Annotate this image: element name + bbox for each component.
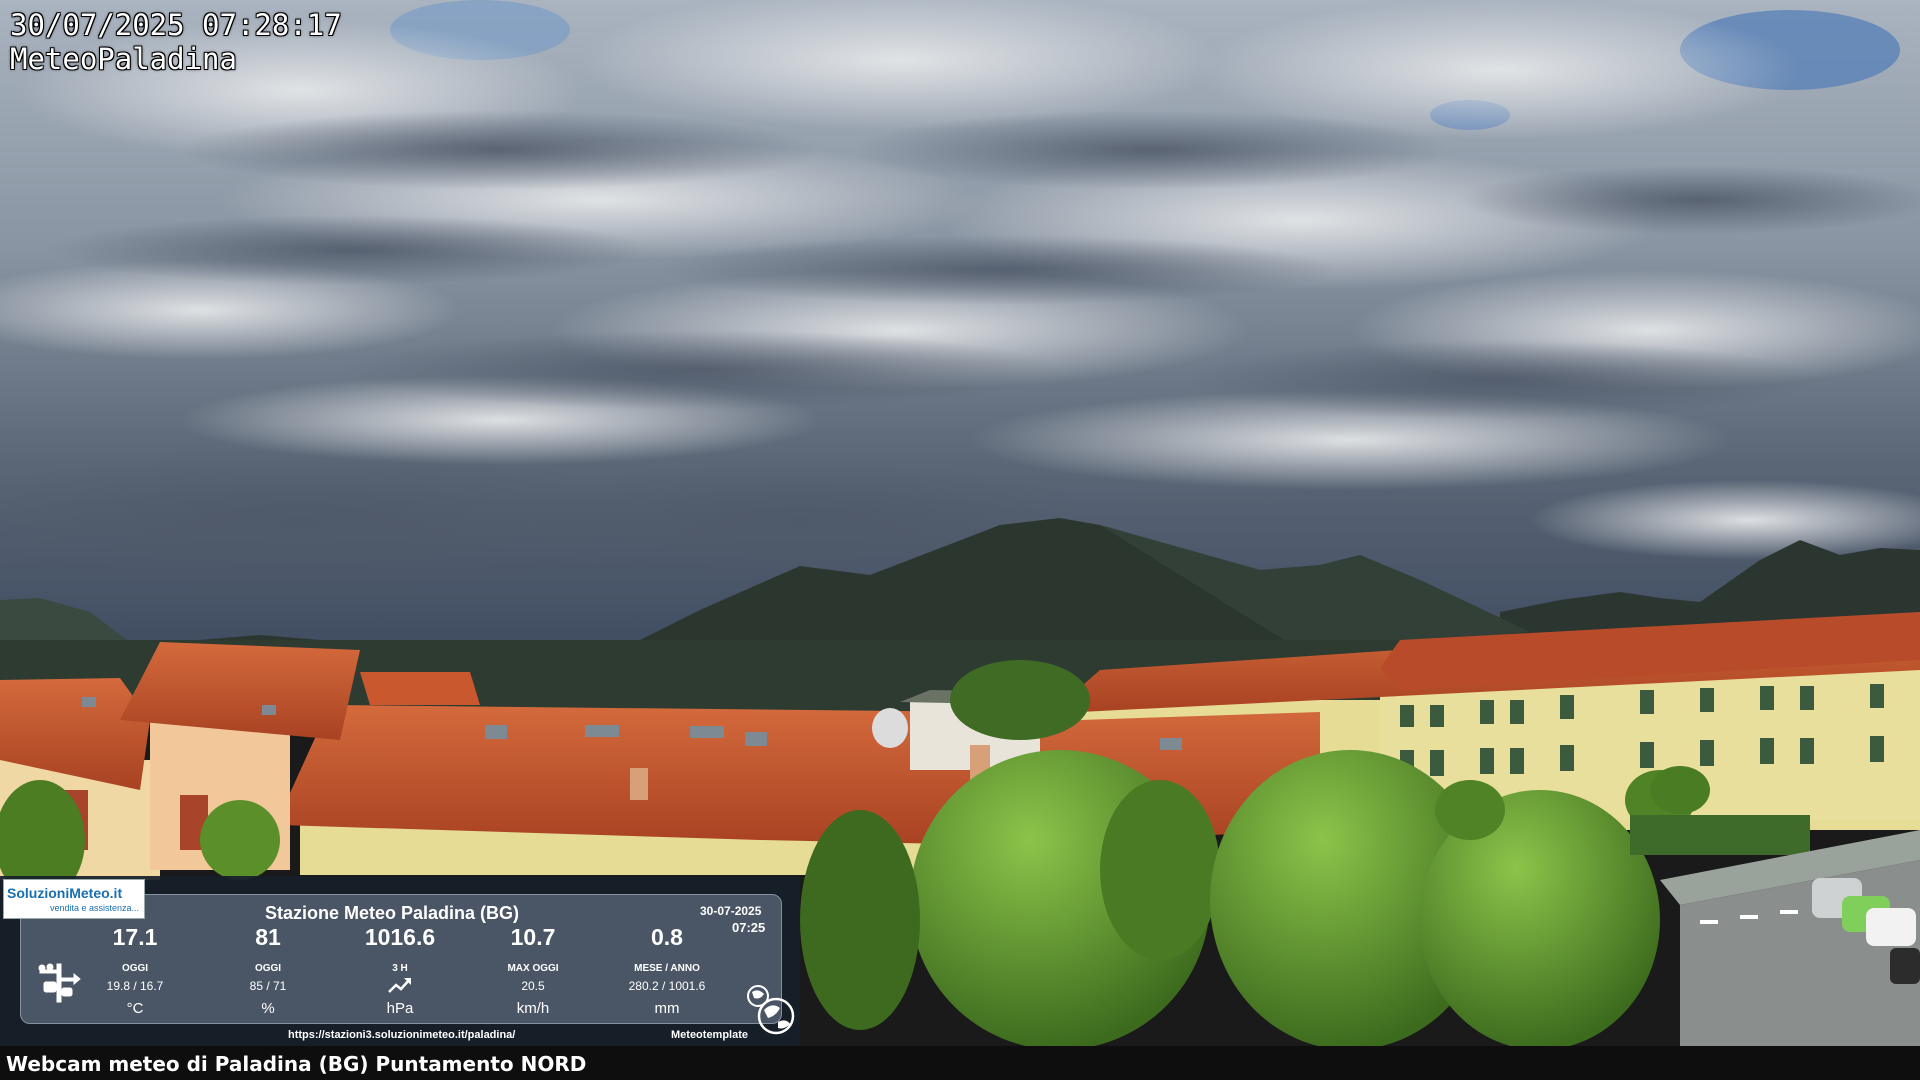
rain-month-year: 280.2 / 1001.6: [628, 979, 706, 993]
temperature-unit: °C: [126, 1000, 144, 1017]
station-url-link[interactable]: https://stazioni3.soluzionimeteo.it/pala…: [288, 1029, 515, 1041]
temperature-range: 19.8 / 16.7: [106, 979, 164, 993]
station-name-overlay: MeteoPaladina: [10, 42, 237, 76]
webcam-caption: Webcam meteo di Paladina (BG) Puntamento…: [6, 1052, 587, 1076]
humidity-unit: %: [261, 1000, 275, 1017]
trend-up-icon: [388, 978, 411, 993]
logo-tagline: vendita e assistenza...: [50, 903, 140, 913]
rain-unit: mm: [654, 1000, 680, 1017]
weather-station-icon: [38, 963, 81, 1003]
temperature-label: OGGI: [121, 963, 149, 974]
globe-icon[interactable]: [746, 984, 796, 1036]
wind-max: 20.5: [521, 979, 545, 993]
panel-date: 30-07-2025: [700, 904, 762, 918]
humidity-value: 81: [255, 924, 281, 950]
panel-time: 07:25: [732, 920, 766, 935]
logo-text: SoluzioniMeteo.it: [7, 885, 123, 901]
caption-bar: Webcam meteo di Paladina (BG) Puntamento…: [0, 1046, 1920, 1080]
rain-value: 0.8: [651, 924, 683, 950]
wind-unit: km/h: [516, 1000, 550, 1017]
meteotemplate-credit[interactable]: Meteotemplate: [671, 1029, 748, 1041]
satellite-dish: [872, 708, 908, 748]
pressure-label: 3 H: [392, 963, 408, 974]
pressure-unit: hPa: [386, 1000, 414, 1017]
hedge: [1630, 815, 1810, 855]
timestamp-overlay: 30/07/2025 07:28:17: [10, 8, 342, 42]
humidity-label: OGGI: [254, 963, 282, 974]
clouds: [0, 0, 1920, 590]
wind-label: MAX OGGI: [507, 963, 559, 974]
humidity-range: 85 / 71: [249, 979, 287, 993]
soluzionimeteo-logo[interactable]: SoluzioniMeteo.it vendita e assistenza..…: [3, 879, 145, 919]
temperature-value: 17.1: [112, 924, 158, 950]
pressure-value: 1016.6: [364, 924, 436, 950]
rain-label: MESE / ANNO: [634, 963, 700, 974]
wind-value: 10.7: [510, 924, 556, 950]
station-title: Stazione Meteo Paladina (BG): [265, 903, 520, 923]
weather-panel: SoluzioniMeteo.it vendita e assistenza..…: [0, 876, 800, 1046]
